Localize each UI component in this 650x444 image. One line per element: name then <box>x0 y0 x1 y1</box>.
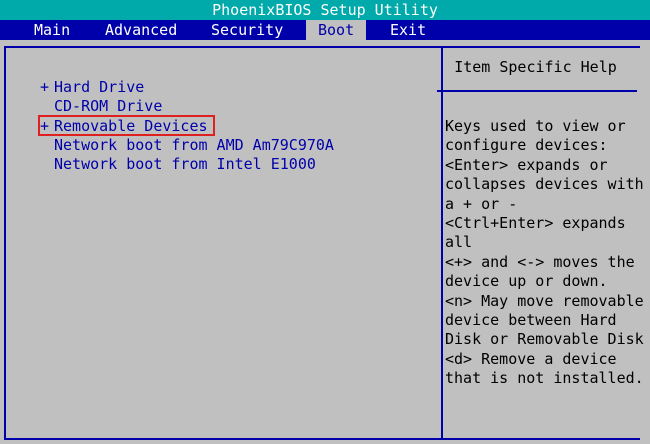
boot-item-network-intel[interactable]: Network boot from Intel E1000 <box>40 155 334 174</box>
help-line: all <box>445 233 473 252</box>
help-line: <n> May move removable <box>445 291 644 310</box>
help-line: collapses devices with <box>445 175 644 194</box>
selection-highlight-box <box>38 114 215 136</box>
menu-security[interactable]: Security <box>205 20 289 40</box>
help-line: <d> Remove a device <box>445 349 617 368</box>
menu-boot[interactable]: Boot <box>306 20 367 40</box>
help-line: that is not installed. <box>445 369 644 388</box>
help-line: device between Hard <box>445 311 617 330</box>
boot-item-label: Network boot from AMD Am79C970A <box>54 135 334 154</box>
main-panel: Item Specific Help + Hard Drive CD-ROM Dr… <box>0 40 650 444</box>
help-line: Disk or Removable Disk <box>445 330 644 349</box>
menu-main[interactable]: Main <box>28 20 76 40</box>
menu-bar: Main Advanced Security Boot Exit <box>0 20 650 40</box>
boot-item-network-amd[interactable]: Network boot from AMD Am79C970A <box>40 136 334 155</box>
help-text: Keys used to view or configure devices: … <box>445 117 644 389</box>
boot-item-label: CD-ROM Drive <box>54 97 163 116</box>
window-title: PhoenixBIOS Setup Utility <box>0 0 650 20</box>
help-title: Item Specific Help <box>454 58 617 76</box>
help-line: Keys used to view or <box>445 117 626 135</box>
boot-item-label: Network boot from Intel E1000 <box>54 155 316 174</box>
menu-advanced[interactable]: Advanced <box>99 20 183 40</box>
help-title-divider <box>437 90 637 92</box>
menu-exit[interactable]: Exit <box>384 20 432 40</box>
help-line: a + or - <box>445 194 518 213</box>
help-line: <+> and <-> moves the <box>445 252 635 271</box>
help-line: configure devices: <box>445 136 608 155</box>
expand-marker: + <box>40 78 50 96</box>
panel-divider <box>441 48 443 438</box>
help-line: <Ctrl+Enter> expands <box>445 214 626 233</box>
boot-item-removable-devices[interactable]: + Removable Devices <box>38 114 334 136</box>
help-line: device up or down. <box>445 272 608 291</box>
boot-item-hard-drive[interactable]: + Hard Drive <box>40 78 334 97</box>
boot-order-list: + Hard Drive CD-ROM Drive + Removable Devi… <box>38 78 334 174</box>
boot-item-label: Hard Drive <box>54 78 145 96</box>
help-line: <Enter> expands or <box>445 155 608 174</box>
